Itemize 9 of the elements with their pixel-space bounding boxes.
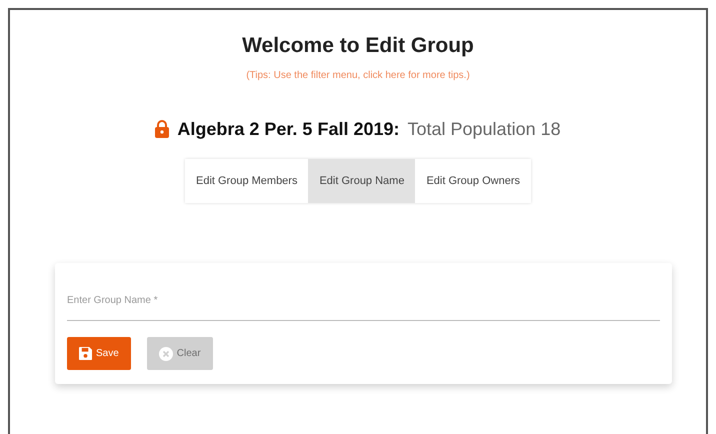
clear-icon	[158, 346, 173, 360]
tab[interactable]: Edit Group Owners	[415, 158, 531, 203]
floppy-icon	[79, 347, 92, 360]
tab[interactable]: Edit Group Name	[308, 158, 416, 203]
page-title: Welcome to Edit Group	[241, 33, 475, 59]
tab[interactable]: Edit Group Members	[184, 158, 308, 203]
save-button[interactable]: Save	[67, 337, 131, 370]
population-text: Total Population 18	[408, 118, 561, 141]
group-name: Algebra 2 Per. 5 Fall 2019:	[177, 118, 400, 141]
